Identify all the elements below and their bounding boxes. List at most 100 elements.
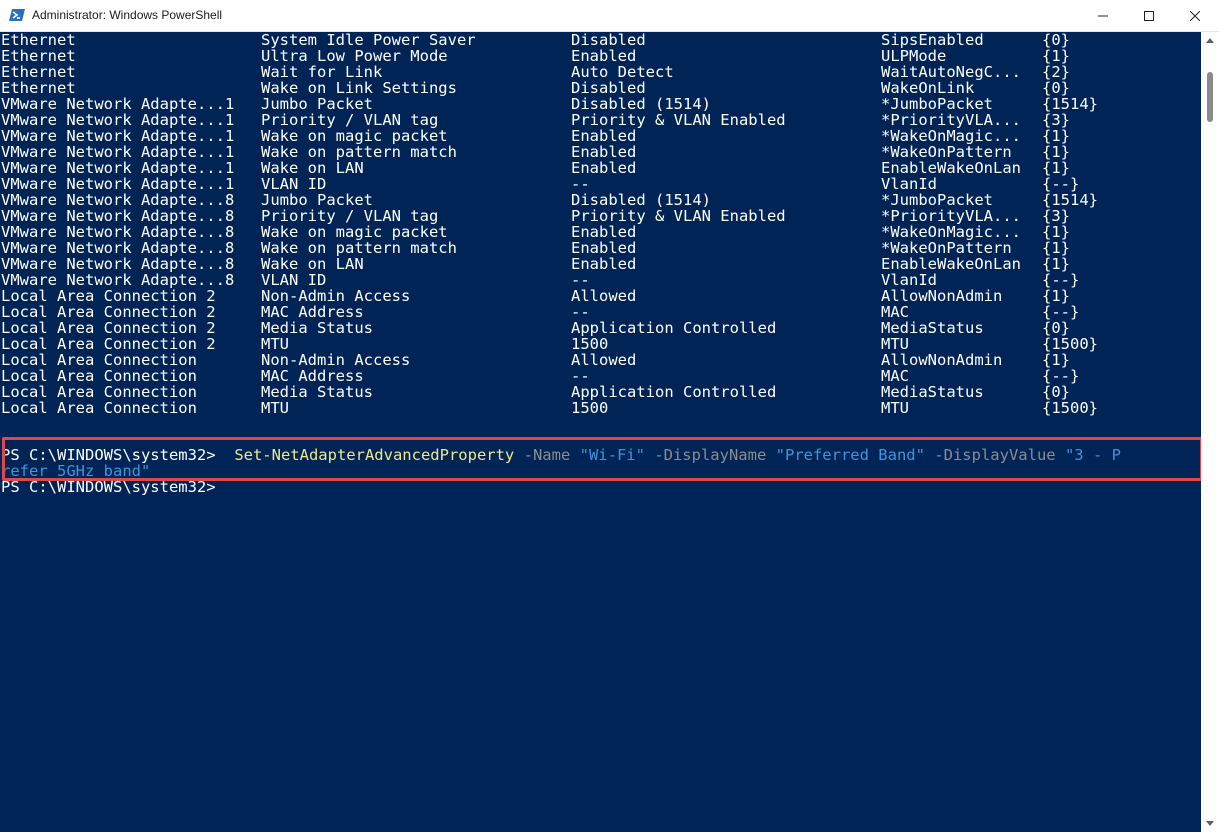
output-row: VMware Network Adapte...8 Priority / VLAN…	[0, 208, 1201, 224]
adapter-name: VMware Network Adapte...8	[1, 239, 235, 257]
display-value: 1500	[571, 399, 609, 417]
registry-value: {1514}	[1042, 191, 1098, 209]
display-name: Priority / VLAN tag	[261, 111, 439, 129]
display-value: 1500	[571, 335, 609, 353]
output-row: VMware Network Adapte...8 Wake on LAN Enab…	[0, 256, 1201, 272]
adapter-name: VMware Network Adapte...8	[1, 223, 235, 241]
display-name: Media Status	[261, 383, 373, 401]
registry-keyword: MTU	[881, 399, 909, 417]
display-value: Disabled	[571, 32, 646, 49]
registry-keyword: EnableWakeOnLan	[881, 159, 1021, 177]
output-row: VMware Network Adapte...8 VLAN ID -- VlanId…	[0, 272, 1201, 288]
output-row: Local Area Connection Media Status Applica…	[0, 384, 1201, 400]
output-row: VMware Network Adapte...1 Wake on magic p…	[0, 128, 1201, 144]
registry-keyword: EnableWakeOnLan	[881, 255, 1021, 273]
output-row: Local Area Connection MAC Address -- MAC {--…	[0, 368, 1201, 384]
registry-value: {0}	[1042, 32, 1070, 49]
scroll-down-arrow-icon[interactable]	[1206, 821, 1214, 826]
close-button[interactable]	[1172, 0, 1218, 31]
output-row: VMware Network Adapte...1 Priority / VLAN…	[0, 112, 1201, 128]
registry-keyword: VlanId	[881, 175, 937, 193]
registry-value: {1514}	[1042, 95, 1098, 113]
adapter-name: Ethernet	[1, 79, 76, 97]
registry-keyword: *PriorityVLA...	[881, 207, 1021, 225]
registry-value: {3}	[1042, 207, 1070, 225]
output-row: VMware Network Adapte...8 Wake on pattern…	[0, 240, 1201, 256]
registry-keyword: MediaStatus	[881, 319, 984, 337]
vertical-scrollbar[interactable]	[1201, 32, 1219, 832]
adapter-name: VMware Network Adapte...1	[1, 95, 235, 113]
minimize-button[interactable]	[1080, 0, 1126, 31]
registry-value: {1}	[1042, 159, 1070, 177]
registry-value: {--}	[1042, 271, 1080, 289]
adapter-name: VMware Network Adapte...8	[1, 271, 235, 289]
registry-value: {2}	[1042, 63, 1070, 81]
registry-keyword: WakeOnLink	[881, 79, 975, 97]
display-value: Application Controlled	[571, 319, 777, 337]
display-name: MTU	[261, 399, 289, 417]
display-name: Wake on LAN	[261, 255, 364, 273]
adapter-name: Local Area Connection 2	[1, 319, 216, 337]
adapter-name: VMware Network Adapte...8	[1, 255, 235, 273]
adapter-name: VMware Network Adapte...1	[1, 175, 235, 193]
registry-value: {1}	[1042, 255, 1070, 273]
output-row: Ethernet System Idle Power Saver Disabled S…	[0, 32, 1201, 48]
adapter-name: Local Area Connection	[1, 351, 197, 369]
display-value: Allowed	[571, 351, 637, 369]
output-row: VMware Network Adapte...1 Jumbo Packet Dis…	[0, 96, 1201, 112]
registry-keyword: MAC	[881, 367, 909, 385]
display-value: Auto Detect	[571, 63, 674, 81]
registry-keyword: MediaStatus	[881, 383, 984, 401]
registry-value: {1}	[1042, 47, 1070, 65]
display-value: Enabled	[571, 223, 637, 241]
registry-value: {1}	[1042, 127, 1070, 145]
minimize-icon	[1098, 15, 1108, 16]
window-title: Administrator: Windows PowerShell	[32, 8, 223, 22]
output-row: Ethernet Ultra Low Power Mode Enabled ULPMo…	[0, 48, 1201, 64]
output-row: Local Area Connection 2 Non-Admin Access A…	[0, 288, 1201, 304]
display-value: Allowed	[571, 287, 637, 305]
powershell-icon	[9, 7, 25, 23]
display-name: VLAN ID	[261, 271, 327, 289]
registry-keyword: MTU	[881, 335, 909, 353]
registry-value: {1500}	[1042, 399, 1098, 417]
display-value: Priority & VLAN Enabled	[571, 207, 786, 225]
adapter-name: Local Area Connection	[1, 367, 197, 385]
registry-value: {1}	[1042, 143, 1070, 161]
adapter-name: Local Area Connection 2	[1, 335, 216, 353]
scroll-up-arrow-icon[interactable]	[1206, 38, 1214, 43]
display-value: Enabled	[571, 159, 637, 177]
display-value: --	[571, 271, 590, 289]
registry-keyword: MAC	[881, 303, 909, 321]
registry-keyword: VlanId	[881, 271, 937, 289]
display-name: Non-Admin Access	[261, 287, 411, 305]
output-row: Local Area Connection 2 Media Status Appli…	[0, 320, 1201, 336]
display-value: Application Controlled	[571, 383, 777, 401]
display-value: Enabled	[571, 255, 637, 273]
registry-value: {1500}	[1042, 335, 1098, 353]
registry-keyword: SipsEnabled	[881, 32, 984, 49]
output-row: Ethernet Wait for Link Auto Detect WaitAuto…	[0, 64, 1201, 80]
display-name: Wake on pattern match	[261, 239, 457, 257]
adapter-name: VMware Network Adapte...1	[1, 127, 235, 145]
scroll-thumb[interactable]	[1207, 72, 1213, 122]
console-area[interactable]: Ethernet System Idle Power Saver Disabled S…	[0, 32, 1201, 832]
maximize-button[interactable]	[1126, 0, 1172, 31]
adapter-name: Local Area Connection	[1, 399, 197, 417]
adapter-name: VMware Network Adapte...1	[1, 159, 235, 177]
registry-keyword: AllowNonAdmin	[881, 351, 1003, 369]
display-name: Wait for Link	[261, 63, 383, 81]
display-name: Non-Admin Access	[261, 351, 411, 369]
display-name: Wake on magic packet	[261, 223, 448, 241]
title-bar[interactable]: Administrator: Windows PowerShell	[0, 0, 1219, 32]
registry-keyword: *WakeOnMagic...	[881, 223, 1021, 241]
registry-keyword: ULPMode	[881, 47, 947, 65]
output-row: Local Area Connection Non-Admin Access All…	[0, 352, 1201, 368]
adapter-name: Local Area Connection 2	[1, 303, 216, 321]
registry-value: {1}	[1042, 287, 1070, 305]
output-row: VMware Network Adapte...1 VLAN ID -- VlanId…	[0, 176, 1201, 192]
registry-keyword: AllowNonAdmin	[881, 287, 1003, 305]
output-row: Local Area Connection MTU 1500 MTU {1500}	[0, 400, 1201, 416]
registry-keyword: *PriorityVLA...	[881, 111, 1021, 129]
adapter-name: Ethernet	[1, 47, 76, 65]
